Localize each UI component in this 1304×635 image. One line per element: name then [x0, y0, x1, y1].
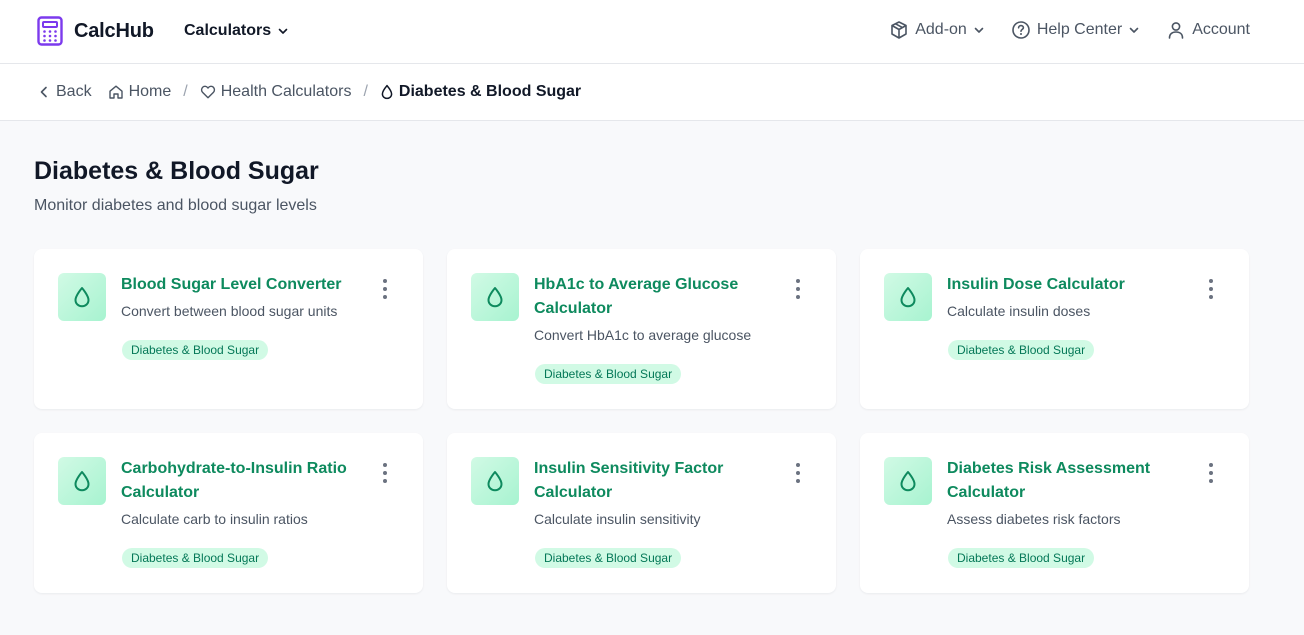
card-icon-box	[58, 273, 106, 321]
addon-menu[interactable]: Add-on	[889, 20, 985, 40]
card-description: Calculate insulin doses	[947, 303, 1091, 319]
card-icon-box	[884, 273, 932, 321]
heart-icon	[200, 85, 215, 99]
help-center-menu[interactable]: Help Center	[1011, 20, 1140, 40]
card-title[interactable]: HbA1c to Average Glucose Calculator	[534, 273, 749, 321]
more-options-icon[interactable]	[381, 463, 389, 483]
breadcrumb-separator: /	[183, 83, 188, 100]
card-title[interactable]: Carbohydrate-to-Insulin Ratio Calculator	[121, 457, 356, 505]
user-icon	[1168, 22, 1184, 39]
header-right-nav: Add-on Help Center Account	[889, 20, 1250, 40]
breadcrumb-current-label: Diabetes & Blood Sugar	[398, 83, 582, 100]
card-icon-box	[58, 457, 106, 505]
category-tag: Diabetes & Blood Sugar	[535, 548, 682, 568]
package-icon	[891, 21, 908, 39]
calculator-card[interactable]: Diabetes Risk Assessment Calculator Asse…	[860, 433, 1249, 593]
more-options-icon[interactable]	[1207, 463, 1215, 483]
calculator-card[interactable]: Blood Sugar Level Converter Convert betw…	[34, 249, 423, 409]
drop-icon	[487, 471, 503, 492]
calculator-card[interactable]: Insulin Sensitivity Factor Calculator Ca…	[447, 433, 836, 593]
card-description: Calculate insulin sensitivity	[534, 511, 701, 527]
calculators-menu[interactable]: Calculators	[184, 22, 289, 40]
account-label: Account	[1192, 21, 1250, 38]
breadcrumb: Back Home / Health Calculators / Diabete…	[37, 83, 581, 101]
more-options-icon[interactable]	[381, 279, 389, 299]
breadcrumb-health-label: Health Calculators	[220, 83, 352, 100]
calculator-card[interactable]: Insulin Dose Calculator Calculate insuli…	[860, 249, 1249, 409]
drop-icon	[900, 287, 916, 308]
card-description: Convert between blood sugar units	[121, 303, 338, 319]
addon-label: Add-on	[915, 21, 967, 38]
chevron-down-icon	[278, 28, 288, 34]
drop-icon	[487, 287, 503, 308]
card-title[interactable]: Blood Sugar Level Converter	[121, 273, 356, 297]
card-title[interactable]: Diabetes Risk Assessment Calculator	[947, 457, 1162, 505]
page-title: Diabetes & Blood Sugar	[34, 157, 319, 185]
card-icon-box	[471, 457, 519, 505]
card-description: Assess diabetes risk factors	[947, 511, 1121, 527]
card-icon-box	[471, 273, 519, 321]
calculators-menu-label: Calculators	[184, 22, 272, 39]
breadcrumb-health[interactable]: Health Calculators	[200, 83, 352, 101]
category-tag: Diabetes & Blood Sugar	[535, 364, 682, 384]
help-circle-icon	[1012, 21, 1030, 39]
top-navbar: CalcHub Calculators Add-on Help Center A…	[0, 0, 1304, 64]
chevron-left-icon	[40, 86, 47, 98]
home-icon	[108, 85, 123, 99]
more-options-icon[interactable]	[1207, 279, 1215, 299]
help-center-label: Help Center	[1036, 21, 1123, 38]
back-link[interactable]: Back	[37, 83, 92, 101]
drop-icon	[381, 84, 393, 100]
calculator-logo-icon[interactable]	[37, 16, 63, 46]
more-options-icon[interactable]	[794, 463, 802, 483]
card-title[interactable]: Insulin Sensitivity Factor Calculator	[534, 457, 749, 505]
breadcrumb-home-label: Home	[128, 83, 172, 100]
account-menu[interactable]: Account	[1166, 20, 1250, 40]
card-description: Calculate carb to insulin ratios	[121, 511, 308, 527]
category-tag: Diabetes & Blood Sugar	[948, 548, 1095, 568]
back-label: Back	[56, 83, 92, 100]
brand-name[interactable]: CalcHub	[74, 20, 154, 43]
breadcrumb-home[interactable]: Home	[108, 83, 172, 101]
page-subtitle: Monitor diabetes and blood sugar levels	[34, 197, 317, 214]
calculator-card[interactable]: HbA1c to Average Glucose Calculator Conv…	[447, 249, 836, 409]
card-title[interactable]: Insulin Dose Calculator	[947, 273, 1182, 297]
category-tag: Diabetes & Blood Sugar	[122, 548, 269, 568]
breadcrumb-bar: Back Home / Health Calculators / Diabete…	[0, 64, 1304, 121]
breadcrumb-current: Diabetes & Blood Sugar	[380, 83, 581, 101]
card-description: Convert HbA1c to average glucose	[534, 327, 752, 343]
category-tag: Diabetes & Blood Sugar	[948, 340, 1095, 360]
calculator-card[interactable]: Carbohydrate-to-Insulin Ratio Calculator…	[34, 433, 423, 593]
more-options-icon[interactable]	[794, 279, 802, 299]
category-tag: Diabetes & Blood Sugar	[122, 340, 269, 360]
card-icon-box	[884, 457, 932, 505]
drop-icon	[900, 471, 916, 492]
chevron-down-icon	[974, 27, 984, 33]
drop-icon	[74, 471, 90, 492]
drop-icon	[74, 287, 90, 308]
chevron-down-icon	[1129, 27, 1139, 33]
breadcrumb-separator: /	[363, 83, 368, 100]
